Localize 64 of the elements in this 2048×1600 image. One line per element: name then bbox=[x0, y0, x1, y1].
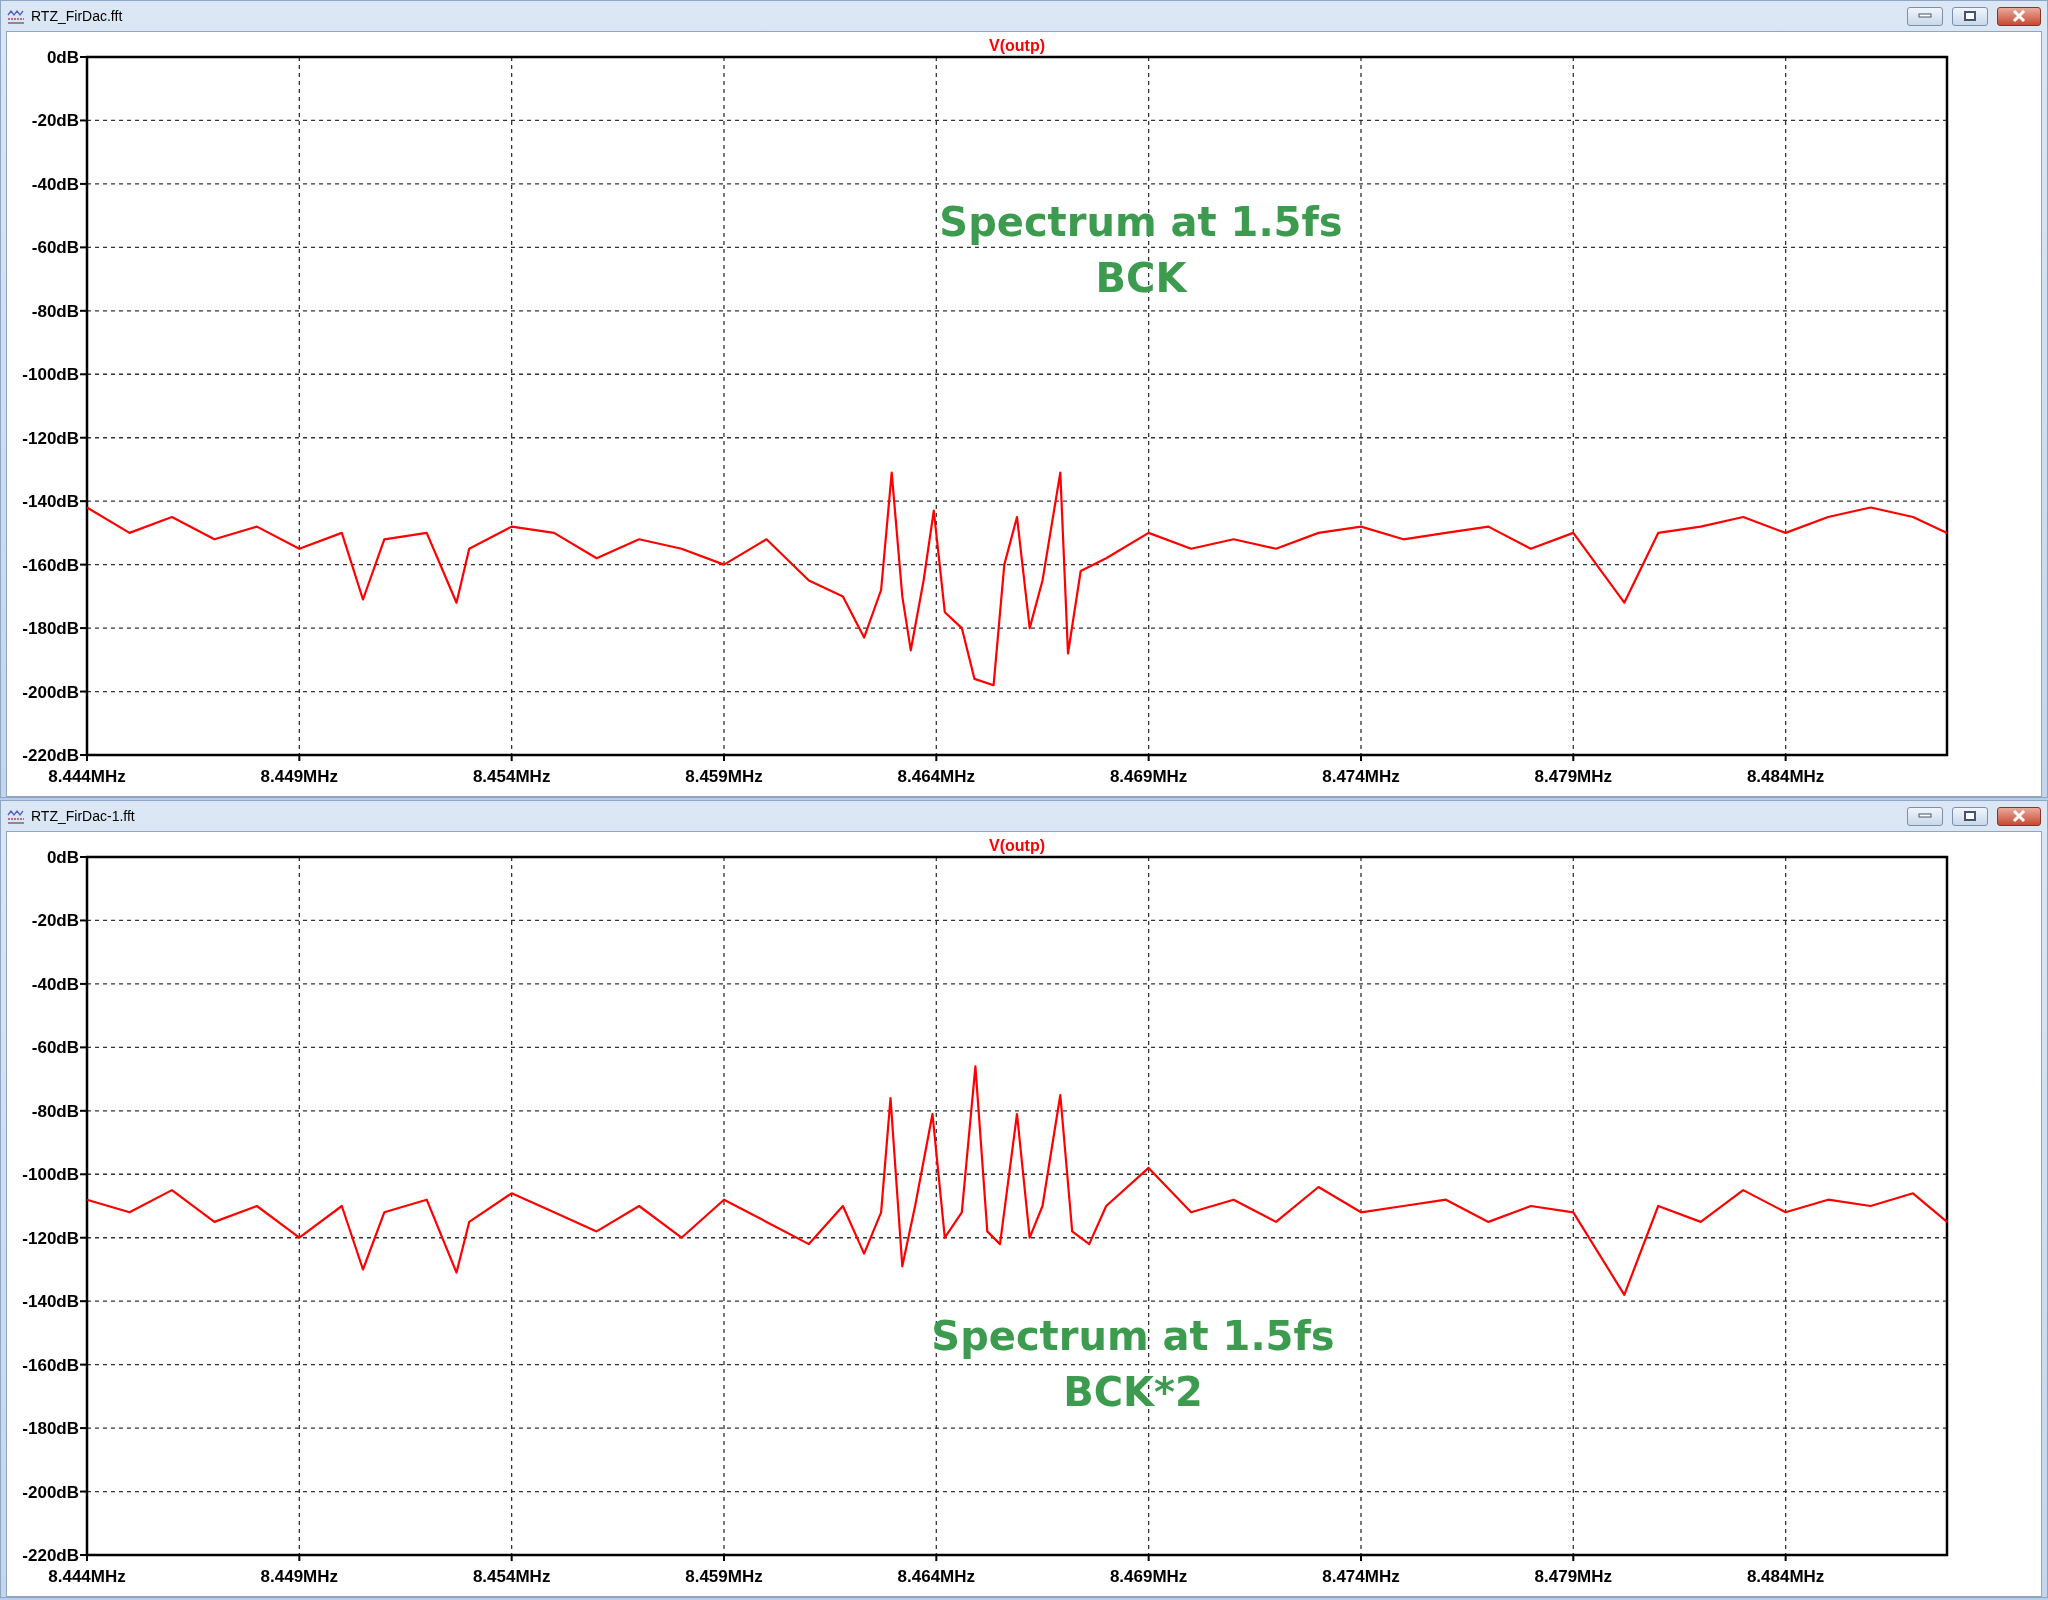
x-axis-label: 8.454MHz bbox=[472, 767, 551, 786]
x-axis-label: 8.479MHz bbox=[1534, 1567, 1613, 1586]
y-axis-label: -220dB bbox=[22, 1546, 79, 1565]
close-button[interactable] bbox=[1997, 806, 2041, 826]
y-axis-label: -140dB bbox=[22, 1292, 79, 1312]
y-axis-label: -200dB bbox=[22, 682, 79, 702]
trace-label[interactable]: V(outp) bbox=[989, 37, 1045, 54]
close-icon bbox=[2012, 810, 2026, 822]
annotation-text: BCK*2 bbox=[1063, 1369, 1203, 1415]
y-axis-label: -120dB bbox=[22, 428, 79, 448]
trace-label[interactable]: V(outp) bbox=[989, 837, 1045, 854]
maximize-button[interactable] bbox=[1952, 806, 1988, 826]
window-title: RTZ_FirDac-1.fft bbox=[31, 808, 135, 824]
annotation-text: Spectrum at 1.5fs bbox=[939, 199, 1343, 245]
y-axis-label: -160dB bbox=[22, 1355, 79, 1375]
y-axis-label: -220dB bbox=[22, 746, 79, 765]
y-axis-label: -200dB bbox=[22, 1482, 79, 1502]
maximize-button[interactable] bbox=[1952, 6, 1988, 26]
y-axis-label: -60dB bbox=[31, 1038, 79, 1058]
y-axis-label: 0dB bbox=[46, 48, 79, 67]
x-axis-label: 8.484MHz bbox=[1746, 1567, 1825, 1586]
minimize-icon bbox=[1918, 13, 1932, 19]
y-axis-label: 0dB bbox=[46, 848, 79, 867]
annotation-text: Spectrum at 1.5fs bbox=[931, 1313, 1335, 1359]
x-axis-label: 8.459MHz bbox=[685, 1567, 763, 1586]
x-axis-label: 8.444MHz bbox=[48, 767, 126, 786]
window-title: RTZ_FirDac.fft bbox=[31, 8, 123, 24]
x-axis-label: 8.464MHz bbox=[897, 767, 976, 786]
y-axis-label: -80dB bbox=[31, 301, 79, 321]
y-axis-label: -60dB bbox=[31, 238, 79, 258]
annotation-text: BCK bbox=[1095, 255, 1187, 301]
maximize-icon bbox=[1964, 11, 1976, 21]
waveform-icon bbox=[7, 8, 25, 24]
y-axis-label: -180dB bbox=[22, 619, 79, 639]
y-axis-label: -100dB bbox=[22, 1165, 79, 1185]
y-axis-label: -140dB bbox=[22, 492, 79, 512]
close-button[interactable] bbox=[1997, 6, 2041, 26]
x-axis-label: 8.464MHz bbox=[897, 1567, 976, 1586]
maximize-icon bbox=[1964, 811, 1976, 821]
y-axis-label: -40dB bbox=[31, 974, 79, 994]
y-axis-label: -100dB bbox=[22, 365, 79, 385]
y-axis-label: -120dB bbox=[22, 1228, 79, 1248]
x-axis-label: 8.474MHz bbox=[1322, 1567, 1400, 1586]
x-axis-label: 8.474MHz bbox=[1322, 767, 1400, 786]
minimize-button[interactable] bbox=[1907, 806, 1943, 826]
minimize-icon bbox=[1918, 813, 1932, 819]
x-axis-label: 8.459MHz bbox=[685, 767, 763, 786]
close-icon bbox=[2012, 10, 2026, 22]
y-axis-label: -20dB bbox=[31, 111, 79, 131]
y-axis-label: -160dB bbox=[22, 555, 79, 575]
y-axis-label: -20dB bbox=[31, 911, 79, 931]
x-axis-label: 8.454MHz bbox=[472, 1567, 551, 1586]
y-axis-label: -80dB bbox=[31, 1101, 79, 1121]
x-axis-label: 8.469MHz bbox=[1109, 767, 1188, 786]
x-axis-label: 8.444MHz bbox=[48, 1567, 126, 1586]
x-axis-label: 8.469MHz bbox=[1109, 1567, 1188, 1586]
y-axis-label: -180dB bbox=[22, 1419, 79, 1439]
x-axis-label: 8.484MHz bbox=[1746, 767, 1825, 786]
y-axis-label: -40dB bbox=[31, 174, 79, 194]
waveform-icon bbox=[7, 808, 25, 824]
x-axis-label: 8.449MHz bbox=[260, 1567, 339, 1586]
x-axis-label: 8.449MHz bbox=[260, 767, 339, 786]
x-axis-label: 8.479MHz bbox=[1534, 767, 1613, 786]
minimize-button[interactable] bbox=[1907, 6, 1943, 26]
